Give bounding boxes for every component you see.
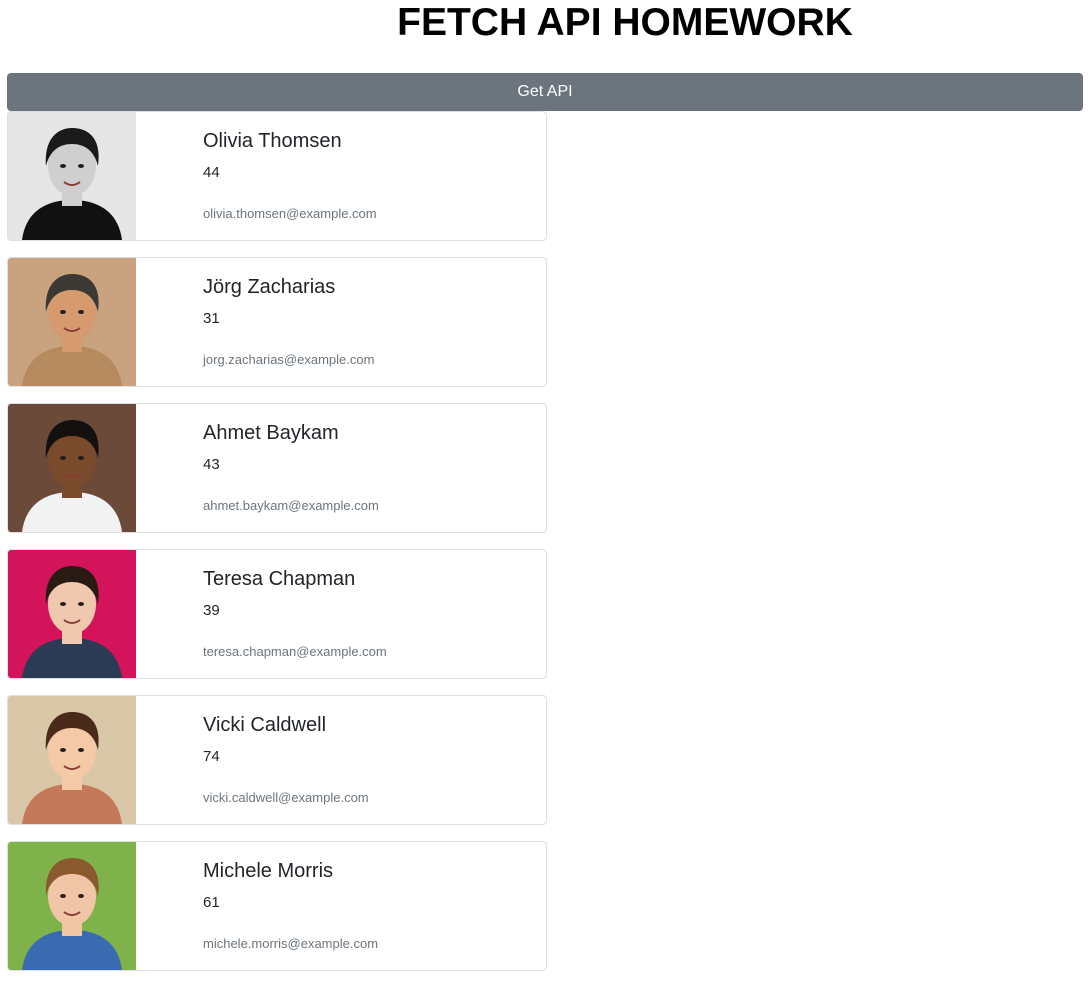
user-card: Ahmet Baykam 43 ahmet.baykam@example.com — [7, 403, 547, 533]
user-age: 61 — [203, 894, 220, 911]
avatar-photo — [8, 112, 136, 240]
avatar — [8, 550, 136, 678]
avatar-photo — [8, 842, 136, 970]
avatar — [8, 696, 136, 824]
user-card: Jörg Zacharias 31 jorg.zacharias@example… — [7, 257, 547, 387]
user-name: Ahmet Baykam — [203, 422, 339, 444]
user-email: michele.morris@example.com — [203, 936, 379, 951]
avatar-photo — [8, 696, 136, 824]
page-title: FETCH API HOMEWORK — [397, 1, 853, 44]
avatar — [8, 112, 136, 240]
avatar — [8, 404, 136, 532]
user-name: Vicki Caldwell — [203, 714, 327, 736]
avatar-photo — [8, 404, 136, 532]
user-card: Vicki Caldwell 74 vicki.caldwell@example… — [7, 695, 547, 825]
user-age: 43 — [203, 456, 220, 473]
user-name: Teresa Chapman — [203, 568, 356, 590]
user-email: jorg.zacharias@example.com — [203, 352, 375, 367]
user-name: Jörg Zacharias — [203, 276, 336, 298]
avatar — [8, 842, 136, 970]
user-card: Olivia Thomsen 44 olivia.thomsen@example… — [7, 111, 547, 241]
user-age: 74 — [203, 748, 220, 765]
user-name: Olivia Thomsen — [203, 130, 342, 152]
avatar-photo — [8, 550, 136, 678]
user-email: teresa.chapman@example.com — [203, 644, 387, 659]
user-name: Michele Morris — [203, 860, 334, 882]
user-email: vicki.caldwell@example.com — [203, 790, 369, 805]
user-age: 39 — [203, 602, 220, 619]
user-age: 31 — [203, 310, 220, 327]
user-card-list: Olivia Thomsen 44 olivia.thomsen@example… — [7, 111, 547, 987]
avatar-photo — [8, 258, 136, 386]
user-card: Teresa Chapman 39 teresa.chapman@example… — [7, 549, 547, 679]
user-email: ahmet.baykam@example.com — [203, 498, 379, 513]
user-email: olivia.thomsen@example.com — [203, 206, 377, 221]
avatar — [8, 258, 136, 386]
get-api-button[interactable]: Get API — [7, 73, 1083, 111]
user-age: 44 — [203, 164, 220, 181]
